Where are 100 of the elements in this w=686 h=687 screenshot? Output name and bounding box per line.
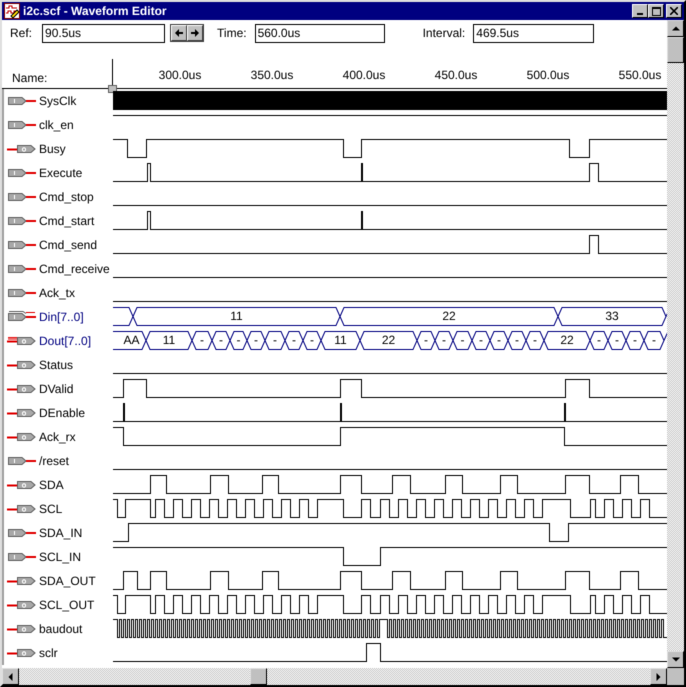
scroll-up-button[interactable] bbox=[667, 20, 684, 37]
left-arrow-icon bbox=[175, 29, 184, 37]
input-pin-icon bbox=[7, 239, 37, 251]
signal-name[interactable]: DValid bbox=[39, 382, 74, 396]
bus-value: - bbox=[236, 333, 240, 348]
output-pin-icon bbox=[7, 599, 37, 611]
signal-name[interactable]: clk_en bbox=[39, 118, 74, 132]
time-field[interactable]: 560.0us bbox=[254, 24, 385, 42]
right-arrow-icon bbox=[191, 29, 200, 37]
input-pin-icon bbox=[7, 287, 37, 299]
time-tick-label: 300.0us bbox=[158, 68, 202, 82]
signal-name[interactable]: Execute bbox=[39, 166, 82, 180]
input-pin-icon bbox=[7, 95, 37, 107]
maximize-button[interactable] bbox=[648, 4, 664, 18]
bus-value: - bbox=[533, 333, 537, 348]
input-pin-icon bbox=[7, 215, 37, 227]
signal-name[interactable]: Ack_rx bbox=[39, 430, 76, 444]
time-label: Time: bbox=[217, 26, 247, 40]
output-pin-icon bbox=[7, 407, 37, 419]
maximize-icon bbox=[652, 6, 660, 16]
interval-field[interactable]: 469.5us bbox=[473, 24, 594, 42]
bus-value: 22 bbox=[560, 333, 574, 348]
ref-label: Ref: bbox=[10, 26, 32, 40]
signal-name[interactable]: Din[7..0] bbox=[39, 310, 84, 324]
input-pin-icon bbox=[7, 551, 37, 563]
bus-value: 22 bbox=[382, 333, 396, 348]
output-pin-icon bbox=[7, 431, 37, 443]
output-pin-icon bbox=[7, 647, 37, 659]
bus-value: - bbox=[273, 333, 277, 348]
signal-name[interactable]: SDA_OUT bbox=[39, 574, 96, 588]
up-arrow-icon bbox=[672, 26, 680, 31]
right-arrow-icon bbox=[656, 672, 661, 680]
bus-value: 33 bbox=[605, 309, 619, 324]
ref-field[interactable]: 90.5us bbox=[42, 24, 166, 42]
bus-value: - bbox=[254, 333, 258, 348]
signal-name[interactable]: DEnable bbox=[39, 406, 86, 420]
input-pin-icon bbox=[7, 167, 37, 179]
scroll-thumb[interactable] bbox=[250, 668, 267, 685]
signal-name[interactable]: Cmd_start bbox=[39, 214, 94, 228]
signal-name[interactable]: Status bbox=[39, 358, 74, 372]
interval-label: Interval: bbox=[422, 26, 466, 40]
bus-value: - bbox=[424, 333, 428, 348]
bus-value: - bbox=[442, 333, 446, 348]
reference-marker-icon[interactable] bbox=[108, 59, 117, 93]
window-title: i2c.scf - Waveform Editor bbox=[23, 4, 168, 18]
bus-value: - bbox=[515, 333, 519, 348]
signal-name[interactable]: Ack_tx bbox=[39, 286, 76, 300]
bus-value: - bbox=[200, 333, 204, 348]
input-pin-icon bbox=[7, 119, 37, 131]
signal-name[interactable]: SCL bbox=[39, 502, 62, 516]
signal-name[interactable]: SCL_OUT bbox=[39, 598, 94, 612]
signal-name[interactable]: SCL_IN bbox=[39, 550, 82, 564]
next-button[interactable] bbox=[187, 25, 204, 41]
signal-name[interactable]: Cmd_receive bbox=[39, 262, 110, 276]
bus-value: - bbox=[597, 333, 601, 348]
scroll-down-button[interactable] bbox=[667, 651, 684, 668]
output-pin-icon bbox=[7, 575, 37, 587]
bus-value: 22 bbox=[442, 309, 456, 324]
scroll-left-button[interactable] bbox=[2, 668, 19, 685]
input-bus-pin-icon bbox=[7, 311, 37, 323]
left-arrow-icon bbox=[8, 672, 13, 680]
output-pin-icon bbox=[7, 383, 37, 395]
signal-name[interactable]: Dout[7..0] bbox=[39, 334, 92, 348]
signal-name[interactable]: SDA bbox=[39, 478, 64, 492]
signal-name[interactable]: SysClk bbox=[39, 94, 76, 108]
minimize-button[interactable] bbox=[632, 4, 648, 18]
bus-value: 11 bbox=[230, 309, 243, 324]
output-pin-icon bbox=[7, 623, 37, 635]
scroll-right-button[interactable] bbox=[650, 668, 667, 685]
output-pin-icon bbox=[7, 359, 37, 371]
signal-name[interactable]: Cmd_send bbox=[39, 238, 98, 252]
output-pin-icon bbox=[7, 143, 37, 155]
bus-value: - bbox=[460, 333, 464, 348]
time-tick-label: 450.0us bbox=[434, 68, 478, 82]
bus-value: 11 bbox=[334, 333, 347, 348]
input-pin-icon bbox=[7, 527, 37, 539]
time-tick-label: 400.0us bbox=[342, 68, 386, 82]
output-pin-icon bbox=[7, 503, 37, 515]
input-pin-icon bbox=[7, 263, 37, 275]
signal-name[interactable]: SDA_IN bbox=[39, 526, 82, 540]
output-bus-pin-icon bbox=[7, 335, 37, 347]
signal-name[interactable]: sclr bbox=[39, 646, 58, 660]
scroll-thumb[interactable] bbox=[667, 37, 684, 63]
time-tick-label: 350.0us bbox=[250, 68, 294, 82]
previous-button[interactable] bbox=[171, 25, 188, 41]
bus-value: - bbox=[615, 333, 619, 348]
signal-name[interactable]: /reset bbox=[39, 454, 70, 468]
close-button[interactable] bbox=[666, 4, 682, 18]
bus-value: - bbox=[292, 333, 296, 348]
signal-name[interactable]: Cmd_stop bbox=[39, 190, 94, 204]
bus-value: - bbox=[652, 333, 656, 348]
bus-value: - bbox=[633, 333, 637, 348]
input-pin-icon bbox=[7, 455, 37, 467]
bus-value: - bbox=[310, 333, 314, 348]
input-pin-icon bbox=[7, 191, 37, 203]
signal-name[interactable]: Busy bbox=[39, 142, 66, 156]
time-tick-label: 500.0us bbox=[526, 68, 570, 82]
down-arrow-icon bbox=[672, 657, 680, 662]
bus-value: - bbox=[219, 333, 223, 348]
signal-name[interactable]: baudout bbox=[39, 622, 82, 636]
